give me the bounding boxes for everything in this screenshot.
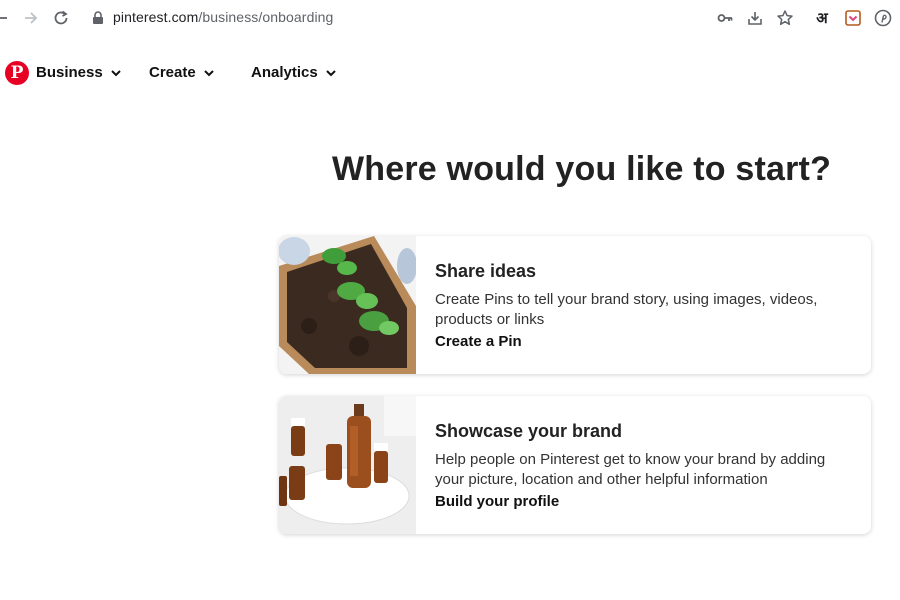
nav-create-label: Create xyxy=(149,64,196,81)
build-your-profile-link[interactable]: Build your profile xyxy=(435,492,559,512)
garden-seedlings-image xyxy=(279,236,416,374)
nav-analytics-menu[interactable]: Analytics xyxy=(251,64,337,81)
key-icon[interactable] xyxy=(715,8,735,28)
share-ideas-title: Share ideas xyxy=(435,261,537,281)
forward-arrow-icon[interactable] xyxy=(21,8,41,28)
pinterest-logo-icon[interactable]: P xyxy=(5,61,29,85)
showcase-brand-description: Help people on Pinterest get to know you… xyxy=(435,451,826,488)
extension-label: अ xyxy=(816,9,828,27)
lock-icon xyxy=(92,11,104,25)
amber-bottles-image xyxy=(279,396,416,534)
nav-business-menu[interactable]: Business xyxy=(36,64,122,81)
back-arrow-icon[interactable] xyxy=(0,8,10,28)
pocket-extension-icon[interactable] xyxy=(843,8,863,28)
hindi-input-extension-icon[interactable]: अ xyxy=(812,8,832,28)
url-path: /business/onboarding xyxy=(198,9,334,25)
install-download-icon[interactable] xyxy=(745,8,765,28)
app-header: P Business Create Analytics xyxy=(0,50,900,98)
share-ideas-content: Share ideas Create Pins to tell your bra… xyxy=(435,260,855,352)
browser-toolbar: pinterest.com/business/onboarding अ xyxy=(0,0,900,36)
showcase-brand-content: Showcase your brand Help people on Pinte… xyxy=(435,420,855,512)
url-domain: pinterest.com xyxy=(113,9,199,25)
page-title: Where would you like to start? xyxy=(332,150,832,188)
address-bar[interactable]: pinterest.com/business/onboarding xyxy=(113,9,333,25)
showcase-brand-card[interactable]: Showcase your brand Help people on Pinte… xyxy=(279,396,871,534)
share-ideas-description: Create Pins to tell your brand story, us… xyxy=(435,291,818,328)
share-ideas-card[interactable]: Share ideas Create Pins to tell your bra… xyxy=(279,236,871,374)
nav-business-label: Business xyxy=(36,64,103,81)
star-bookmark-icon[interactable] xyxy=(775,8,795,28)
logo-letter: P xyxy=(10,63,24,83)
nav-create-menu[interactable]: Create xyxy=(149,64,215,81)
chevron-down-icon xyxy=(110,67,122,79)
pinterest-extension-icon[interactable] xyxy=(873,8,893,28)
chevron-down-icon xyxy=(325,67,337,79)
showcase-brand-title: Showcase your brand xyxy=(435,421,623,441)
chevron-down-icon xyxy=(203,67,215,79)
reload-icon[interactable] xyxy=(51,8,71,28)
create-a-pin-link[interactable]: Create a Pin xyxy=(435,332,522,352)
nav-analytics-label: Analytics xyxy=(251,64,318,81)
